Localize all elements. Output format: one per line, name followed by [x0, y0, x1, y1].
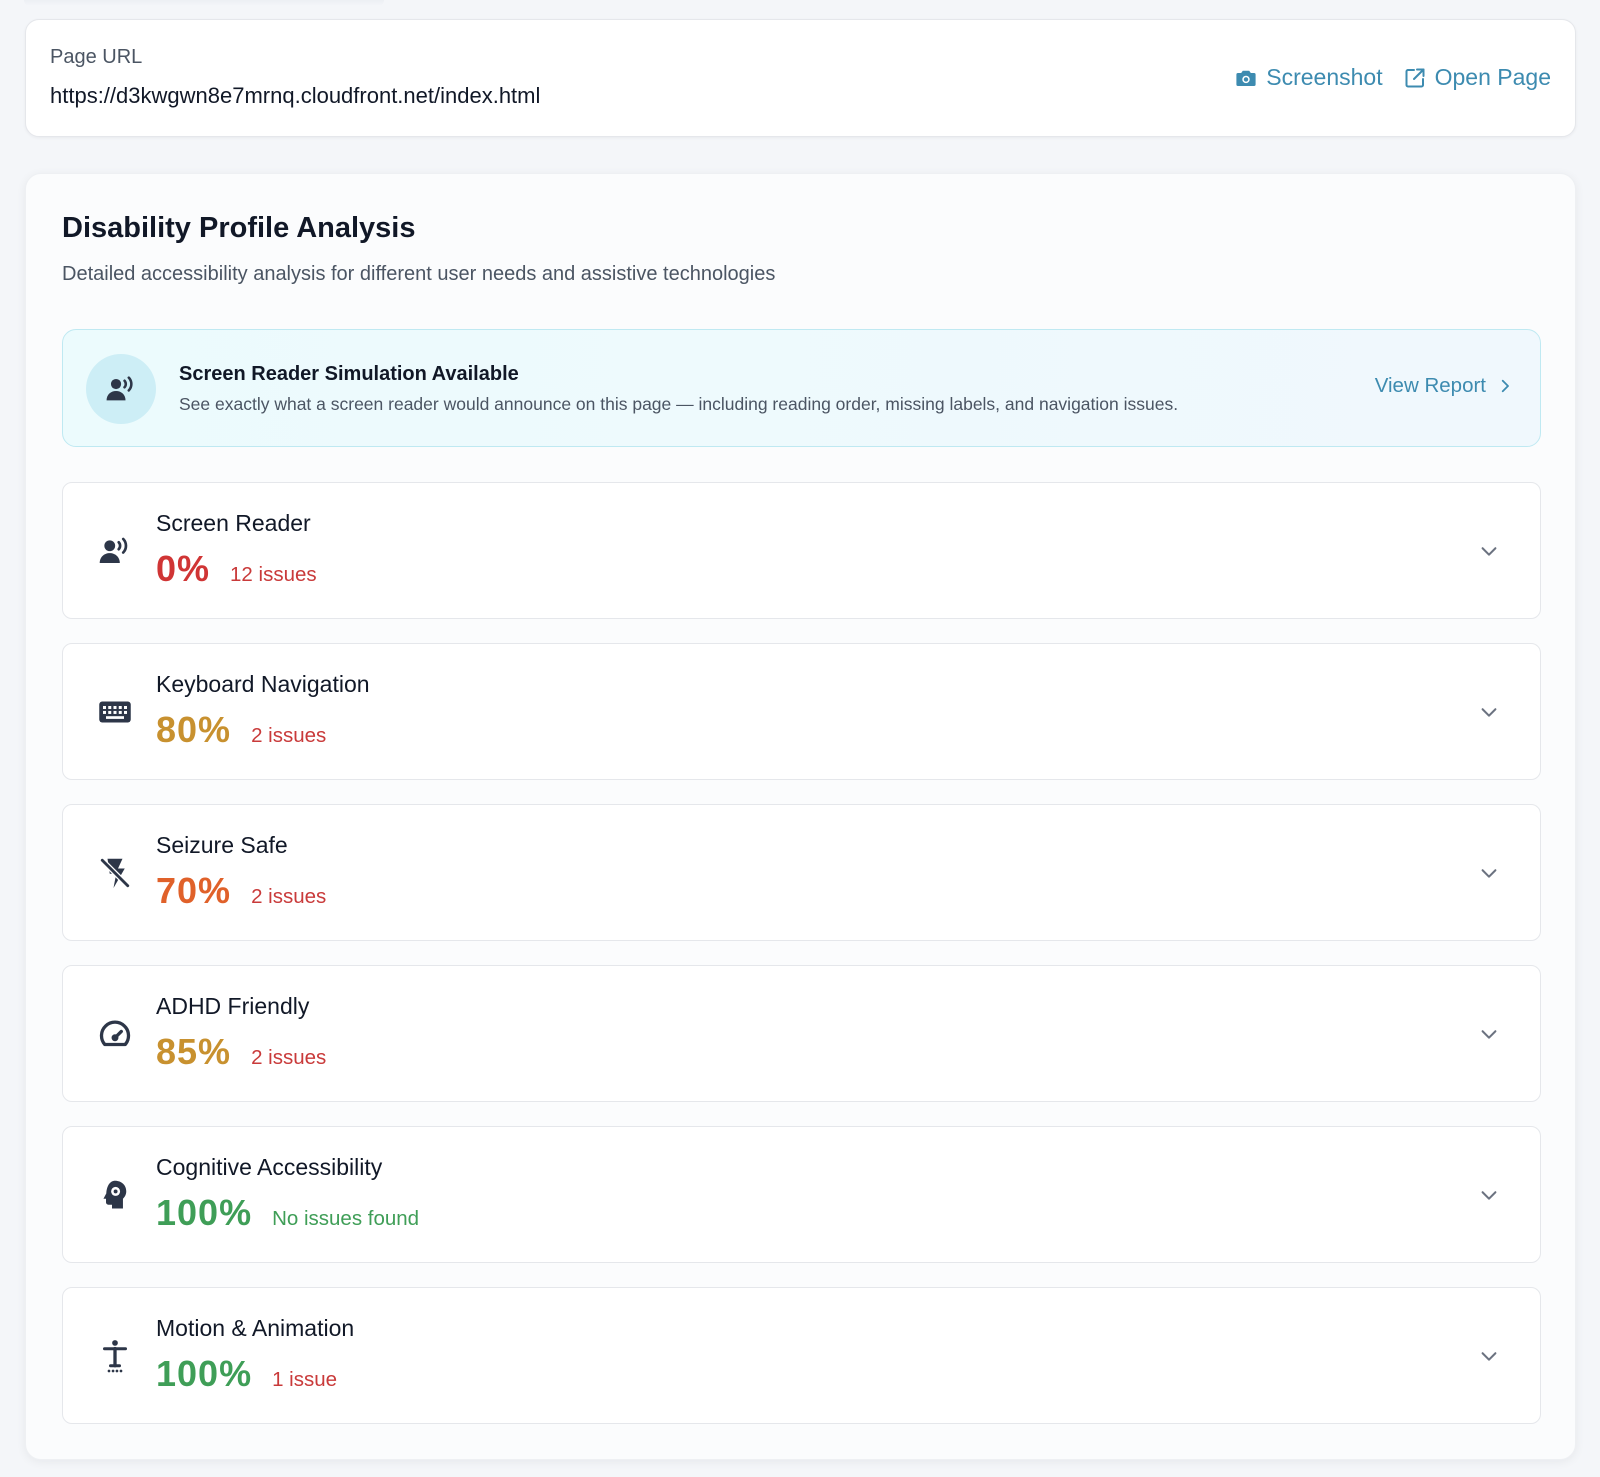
profile-card-motion-animation[interactable]: Motion & Animation 100% 1 issue: [62, 1287, 1541, 1424]
profile-issue-count: 2 issues: [251, 1046, 327, 1069]
chevron-down-icon[interactable]: [1478, 1023, 1500, 1045]
profile-name: Keyboard Navigation: [156, 671, 370, 697]
accessibility-person-icon: [97, 1338, 133, 1374]
profile-issue-count: 2 issues: [251, 885, 327, 908]
gauge-icon: [97, 1016, 133, 1052]
profile-name: Screen Reader: [156, 510, 311, 536]
profile-card-adhd-friendly[interactable]: ADHD Friendly 85% 2 issues: [62, 965, 1541, 1102]
panel-title: Disability Profile Analysis: [62, 212, 416, 244]
screen-reader-simulation-banner: Screen Reader Simulation Available See e…: [62, 329, 1541, 447]
brain-head-icon: [97, 1177, 133, 1213]
profile-issue-count: 2 issues: [251, 724, 327, 747]
flash-off-icon: [97, 855, 133, 891]
profile-score-row: 70% 2 issues: [156, 870, 326, 912]
chevron-right-icon: [1496, 377, 1514, 395]
profile-name: Motion & Animation: [156, 1315, 355, 1341]
profile-score-row: 0% 12 issues: [156, 548, 317, 590]
view-report-label: View Report: [1374, 374, 1486, 397]
profile-issue-count: 12 issues: [230, 563, 317, 586]
profile-score-row: 100% No issues found: [156, 1192, 419, 1234]
profile-score: 70%: [156, 870, 232, 911]
panel-subtitle: Detailed accessibility analysis for diff…: [62, 263, 776, 285]
speaking-person-icon: [86, 354, 156, 424]
view-report-button[interactable]: View Report: [1375, 374, 1514, 398]
chevron-down-icon[interactable]: [1478, 701, 1500, 723]
page-url-card: Page URL https://d3kwgwn8e7mrnq.cloudfro…: [25, 19, 1576, 137]
profile-issue-count: No issues found: [272, 1207, 420, 1230]
profile-score: 100%: [156, 1192, 253, 1233]
disability-profile-panel: Disability Profile Analysis Detailed acc…: [25, 173, 1576, 1460]
profile-score: 100%: [156, 1353, 253, 1394]
page-url-label: Page URL: [50, 46, 143, 68]
profile-card-keyboard-navigation[interactable]: Keyboard Navigation 80% 2 issues: [62, 643, 1541, 780]
screenshot-label: Screenshot: [1266, 64, 1383, 90]
page-url-value: https://d3kwgwn8e7mrnq.cloudfront.net/in…: [50, 83, 541, 108]
chevron-down-icon[interactable]: [1478, 1184, 1500, 1206]
open-page-button[interactable]: Open Page: [1403, 64, 1551, 91]
simulation-title: Screen Reader Simulation Available: [179, 363, 519, 385]
simulation-description: See exactly what a screen reader would a…: [179, 394, 1179, 414]
profile-card-seizure-safe[interactable]: Seizure Safe 70% 2 issues: [62, 804, 1541, 941]
profile-score: 85%: [156, 1031, 232, 1072]
chevron-down-icon[interactable]: [1478, 862, 1500, 884]
external-link-icon: [1403, 66, 1427, 90]
speaking-person-icon: [97, 533, 133, 569]
profile-name: Cognitive Accessibility: [156, 1154, 383, 1180]
profile-score-row: 80% 2 issues: [156, 709, 326, 751]
profile-name: ADHD Friendly: [156, 993, 310, 1019]
profile-score: 80%: [156, 709, 232, 750]
profile-name: Seizure Safe: [156, 832, 288, 858]
keyboard-icon: [97, 694, 133, 730]
profile-score-row: 100% 1 issue: [156, 1353, 337, 1395]
camera-icon: [1234, 66, 1258, 90]
screenshot-button[interactable]: Screenshot: [1234, 64, 1383, 91]
profile-card-screen-reader[interactable]: Screen Reader 0% 12 issues: [62, 482, 1541, 619]
url-actions: Screenshot Open Page: [1234, 64, 1551, 91]
profile-score-row: 85% 2 issues: [156, 1031, 326, 1073]
top-edge-shadow: [24, 0, 384, 6]
profile-score: 0%: [156, 548, 211, 589]
profile-card-cognitive-accessibility[interactable]: Cognitive Accessibility 100% No issues f…: [62, 1126, 1541, 1263]
open-page-label: Open Page: [1434, 64, 1551, 90]
profile-issue-count: 1 issue: [272, 1368, 338, 1391]
chevron-down-icon[interactable]: [1478, 540, 1500, 562]
chevron-down-icon[interactable]: [1478, 1345, 1500, 1367]
profile-list: Screen Reader 0% 12 issues Keyboard Navi…: [62, 482, 1541, 1448]
